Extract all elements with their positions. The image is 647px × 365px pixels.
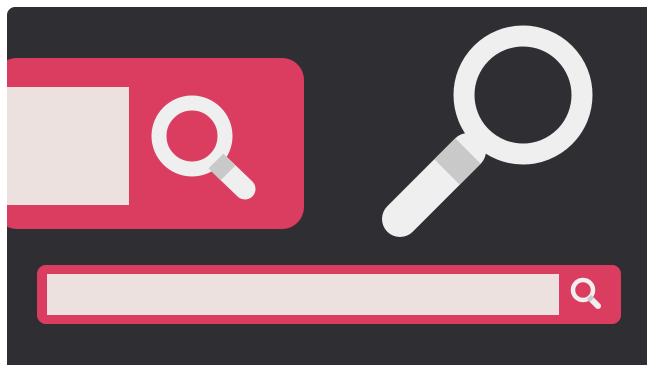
small-search-bar — [37, 265, 621, 324]
search-icon — [151, 95, 256, 200]
illustration-canvas — [7, 7, 647, 365]
large-search-field[interactable] — [7, 87, 129, 205]
search-icon — [382, 25, 593, 237]
magnifier-illustration — [367, 19, 617, 249]
search-button[interactable] — [565, 272, 611, 316]
search-input[interactable] — [47, 274, 559, 315]
large-search-bar — [7, 58, 304, 229]
large-search-button[interactable] — [145, 78, 285, 208]
search-icon — [570, 277, 601, 309]
